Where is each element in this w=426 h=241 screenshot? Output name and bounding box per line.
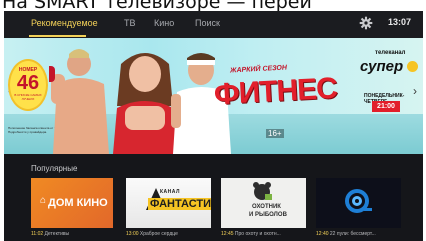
channel-logo-dot: [407, 61, 418, 72]
promo-banner[interactable]: ‹ НОМЕР 46 В СПИСКЕ САМЫХ ЛУЧШИХ Пополне…: [4, 38, 423, 154]
channel-thumbnail: КАНАЛ ФАНТАСТИКА: [126, 178, 211, 228]
show-title: ФИТНЕС: [213, 71, 338, 112]
tv-screen: Рекомендуемое ТВ Кино Поиск 13:07 ‹ Н: [4, 11, 423, 241]
snail-icon: [345, 189, 372, 213]
rating-badge: НОМЕР 46 В СПИСКЕ САМЫХ ЛУЧШИХ: [8, 59, 48, 111]
program-time: 13:00: [126, 231, 139, 237]
page-caption: На SMART телевизоре — переи: [0, 0, 426, 11]
channel-logo-line1: ОХОТНИК: [252, 204, 281, 210]
channel-logo-main: ФАНТАСТИКА: [148, 198, 211, 210]
tab-movies[interactable]: Кино: [154, 18, 174, 28]
program-time: 11:02: [31, 231, 44, 237]
popular-section-title: Популярные: [31, 164, 78, 173]
tab-recommended[interactable]: Рекомендуемое: [31, 18, 98, 28]
program-name: Детективы: [44, 231, 70, 237]
tab-tv[interactable]: ТВ: [124, 18, 136, 28]
channel-logo-line2: И РЫБОЛОВ: [249, 212, 287, 218]
program-caption: 12:45 Про охоту и охотн...: [221, 231, 281, 237]
channel-card-dom-kino[interactable]: ⌂ ДОМ КИНО 11:02 Детективы: [31, 178, 113, 237]
channel-name: супер: [360, 58, 404, 75]
program-name: 22 пули: бессмерт...: [329, 231, 376, 237]
tab-search[interactable]: Поиск: [195, 18, 220, 28]
badge-bottom-text: В СПИСКЕ САМЫХ ЛУЧШИХ: [14, 93, 42, 101]
program-name: Храброе сердце: [139, 231, 178, 237]
channel-card-snail[interactable]: 12:40 22 пули: бессмерт...: [316, 178, 401, 237]
program-caption: 11:02 Детективы: [31, 231, 69, 237]
channel-label: телеканал: [375, 50, 406, 56]
chevron-right-icon[interactable]: ›: [413, 84, 417, 98]
age-rating: 16+: [266, 129, 284, 138]
channel-thumbnail: ОХОТНИК И РЫБОЛОВ: [221, 178, 306, 228]
schedule-time: 21:00: [372, 101, 400, 112]
channel-card-ohotnik[interactable]: ОХОТНИК И РЫБОЛОВ 12:45 Про охоту и охот…: [221, 178, 306, 237]
bear-logo-icon: [253, 182, 272, 200]
channel-logo-text: ДОМ КИНО: [48, 197, 108, 209]
program-time: 12:40: [316, 231, 329, 237]
gear-icon[interactable]: [359, 16, 373, 30]
top-navigation: Рекомендуемое ТВ Кино Поиск 13:07: [4, 11, 423, 38]
season-label: ЖАРКИЙ СЕЗОН: [229, 64, 288, 75]
program-name: Про охоту и охотн...: [234, 231, 281, 237]
channel-thumbnail: ⌂ ДОМ КИНО: [31, 178, 113, 228]
program-time: 12:45: [221, 231, 234, 237]
program-caption: 13:00 Храброе сердце: [126, 231, 178, 237]
program-caption: 12:40 22 пули: бессмерт...: [316, 231, 376, 237]
badge-number: 46: [16, 72, 40, 94]
clock: 13:07: [388, 17, 412, 27]
house-icon: ⌂: [40, 195, 47, 206]
caption-text: На SMART телевизоре — переи: [2, 0, 312, 11]
channel-thumbnail: [316, 178, 401, 228]
channel-logo-top: КАНАЛ: [160, 189, 180, 195]
active-tab-indicator: [29, 35, 86, 37]
channel-card-fantastika[interactable]: КАНАЛ ФАНТАСТИКА 13:00 Храброе сердце: [126, 178, 211, 237]
